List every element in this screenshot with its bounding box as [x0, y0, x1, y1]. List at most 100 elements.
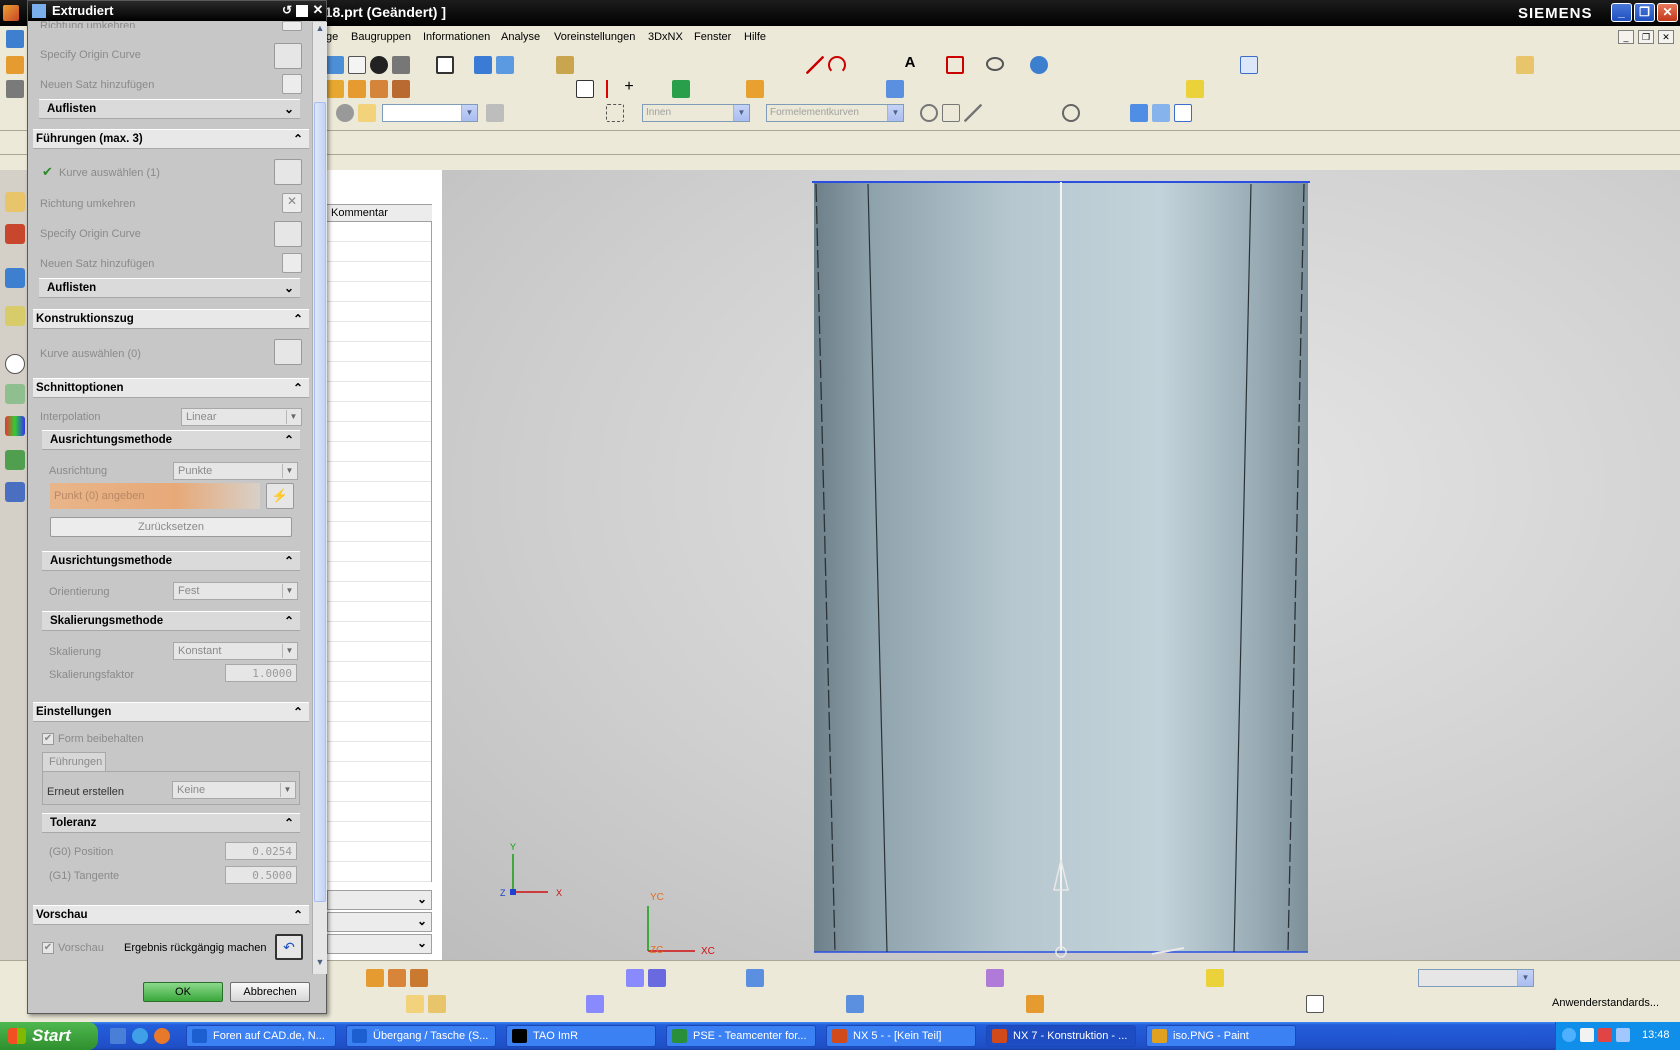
- scaling-method-header[interactable]: Skalierungsmethode ⌃: [42, 611, 300, 631]
- constraint-navigator-icon[interactable]: [5, 268, 25, 288]
- rotate-icon[interactable]: [496, 56, 514, 74]
- assembly-icon[interactable]: [1186, 80, 1204, 98]
- drawing-icon[interactable]: [1306, 995, 1324, 1013]
- guides-reverse-icon[interactable]: ✕: [282, 193, 302, 213]
- orientation-method-header[interactable]: Ausrichtungsmethode ⌃: [42, 551, 300, 571]
- system-materials-icon[interactable]: [5, 384, 25, 404]
- cube-blue-icon[interactable]: [1130, 104, 1148, 122]
- surface-icon[interactable]: [1030, 56, 1048, 74]
- render-icon[interactable]: [392, 56, 410, 74]
- role-label[interactable]: Anwenderstandards...: [1552, 997, 1659, 1009]
- mdi-minimize-button[interactable]: _: [1618, 30, 1634, 44]
- line-icon[interactable]: [806, 56, 824, 74]
- scroll-up-arrow[interactable]: ▲: [314, 23, 326, 37]
- mdi-restore-button[interactable]: ❐: [1638, 30, 1654, 44]
- vector-icon[interactable]: [598, 80, 616, 98]
- navigator-panel-preview[interactable]: ⌄: [327, 934, 432, 954]
- orientation-select[interactable]: Fest ▼: [173, 582, 298, 600]
- midpoint-icon[interactable]: [964, 104, 982, 122]
- task-button-nx7[interactable]: NX 7 - Konstruktion - ...: [986, 1025, 1136, 1047]
- view-icon[interactable]: [336, 104, 354, 122]
- point-dialog-icon[interactable]: ⚡: [266, 483, 294, 509]
- analysis-icon[interactable]: [672, 80, 690, 98]
- revolve-icon[interactable]: [348, 80, 366, 98]
- surface-edit-icon[interactable]: [626, 969, 644, 987]
- rectangle-sketch-icon[interactable]: [946, 56, 964, 74]
- shaded-icon[interactable]: [370, 56, 388, 74]
- extrude-icon[interactable]: [326, 80, 344, 98]
- menu-item-baugruppen[interactable]: Baugruppen: [351, 31, 411, 43]
- task-button-nx5[interactable]: NX 5 - - [Kein Teil]: [826, 1025, 976, 1047]
- point-icon[interactable]: [576, 80, 594, 98]
- menu-item-voreinstellungen[interactable]: Voreinstellungen: [554, 31, 635, 43]
- plus-icon[interactable]: +: [620, 78, 638, 96]
- left-toolbar-icon-3[interactable]: [6, 80, 24, 98]
- mdi-close-button[interactable]: ✕: [1658, 30, 1674, 44]
- app-icon[interactable]: [3, 5, 19, 21]
- start-button[interactable]: Start: [0, 1022, 98, 1050]
- task-button-transition[interactable]: Übergang / Tasche (S...: [346, 1025, 496, 1047]
- selection-filter-icon[interactable]: [1240, 56, 1258, 74]
- ok-button[interactable]: OK: [143, 982, 223, 1002]
- preview-checkbox[interactable]: ✔: [42, 942, 54, 954]
- tolerance-header[interactable]: Toleranz ⌃: [42, 813, 300, 833]
- feature-icon[interactable]: [366, 969, 384, 987]
- top-list-header[interactable]: Auflisten ⌄: [39, 99, 300, 119]
- feature-icon[interactable]: [410, 969, 428, 987]
- alignment-select[interactable]: Punkte ▼: [173, 462, 298, 480]
- purple-surface-icon[interactable]: [986, 969, 1004, 987]
- sweep-icon[interactable]: [370, 80, 388, 98]
- sheet-icon[interactable]: [846, 995, 864, 1013]
- tray-icon[interactable]: [1562, 1028, 1576, 1042]
- reset-button[interactable]: Zurücksetzen: [50, 517, 292, 537]
- left-toolbar-icon-1[interactable]: [6, 30, 24, 48]
- guides-new-set-icon[interactable]: [282, 253, 302, 273]
- feature-icon[interactable]: [388, 969, 406, 987]
- bottom-dropdown[interactable]: ▼: [1418, 969, 1534, 987]
- top-reverse-icon[interactable]: [282, 21, 302, 31]
- text-icon[interactable]: A: [901, 54, 919, 72]
- curve-icon[interactable]: [406, 995, 424, 1013]
- scaling-select[interactable]: Konstant ▼: [173, 642, 298, 660]
- sheet-icon[interactable]: [586, 995, 604, 1013]
- guides-tab[interactable]: Führungen: [42, 752, 106, 772]
- left-toolbar-icon-2[interactable]: [6, 56, 24, 74]
- quicklaunch-firefox-icon[interactable]: [154, 1028, 170, 1044]
- hole-icon[interactable]: [392, 80, 410, 98]
- specify-point-field[interactable]: Punkt (0) angeben: [50, 483, 260, 509]
- navigator-panel-details[interactable]: ⌄: [327, 912, 432, 932]
- zoom-icon[interactable]: [556, 56, 574, 74]
- ellipse-icon[interactable]: [986, 57, 1004, 71]
- surface-edit-icon[interactable]: [648, 969, 666, 987]
- curve-rule-dropdown[interactable]: Formelementkurven ▼: [766, 104, 904, 122]
- roles-icon[interactable]: [5, 450, 25, 470]
- rebuild-select[interactable]: Keine ▼: [172, 781, 296, 799]
- dialog-scrollbar[interactable]: ▲ ▼: [312, 22, 327, 974]
- graphics-window[interactable]: X Y Z XC YC ZC: [442, 170, 1680, 960]
- guides-select-curve-icon[interactable]: [274, 159, 302, 185]
- spine-section-header[interactable]: Konstruktionszug ⌃: [33, 309, 309, 329]
- blue-surface-icon[interactable]: [746, 969, 764, 987]
- scroll-down-arrow[interactable]: ▼: [314, 957, 326, 971]
- arc-icon[interactable]: [828, 56, 846, 74]
- tray-icon[interactable]: [1580, 1028, 1594, 1042]
- task-button-cad-forum[interactable]: Foren auf CAD.de, N...: [186, 1025, 336, 1047]
- web-browser-icon[interactable]: [5, 482, 25, 502]
- blend-icon[interactable]: [746, 80, 764, 98]
- scaling-factor-field[interactable]: 1.0000: [225, 664, 297, 682]
- menu-item-fenster[interactable]: Fenster: [694, 31, 731, 43]
- minimize-button[interactable]: _: [1611, 3, 1632, 22]
- g0-position-field[interactable]: 0.0254: [225, 842, 297, 860]
- curve-icon[interactable]: [428, 995, 446, 1013]
- endpoint-icon[interactable]: [942, 104, 960, 122]
- guides-specify-origin-icon[interactable]: [274, 221, 302, 247]
- orange-tool-icon[interactable]: [1026, 995, 1044, 1013]
- tray-icon[interactable]: [1598, 1028, 1612, 1042]
- task-button-tao[interactable]: TAO ImR: [506, 1025, 656, 1047]
- rectangle-select-icon[interactable]: [606, 104, 624, 122]
- rectangle-icon[interactable]: [436, 56, 454, 74]
- column-header-comment[interactable]: Kommentar: [331, 207, 388, 219]
- menu-item-ge[interactable]: ge: [326, 31, 338, 43]
- shell-icon[interactable]: [886, 80, 904, 98]
- top-specify-origin-icon[interactable]: [274, 43, 302, 69]
